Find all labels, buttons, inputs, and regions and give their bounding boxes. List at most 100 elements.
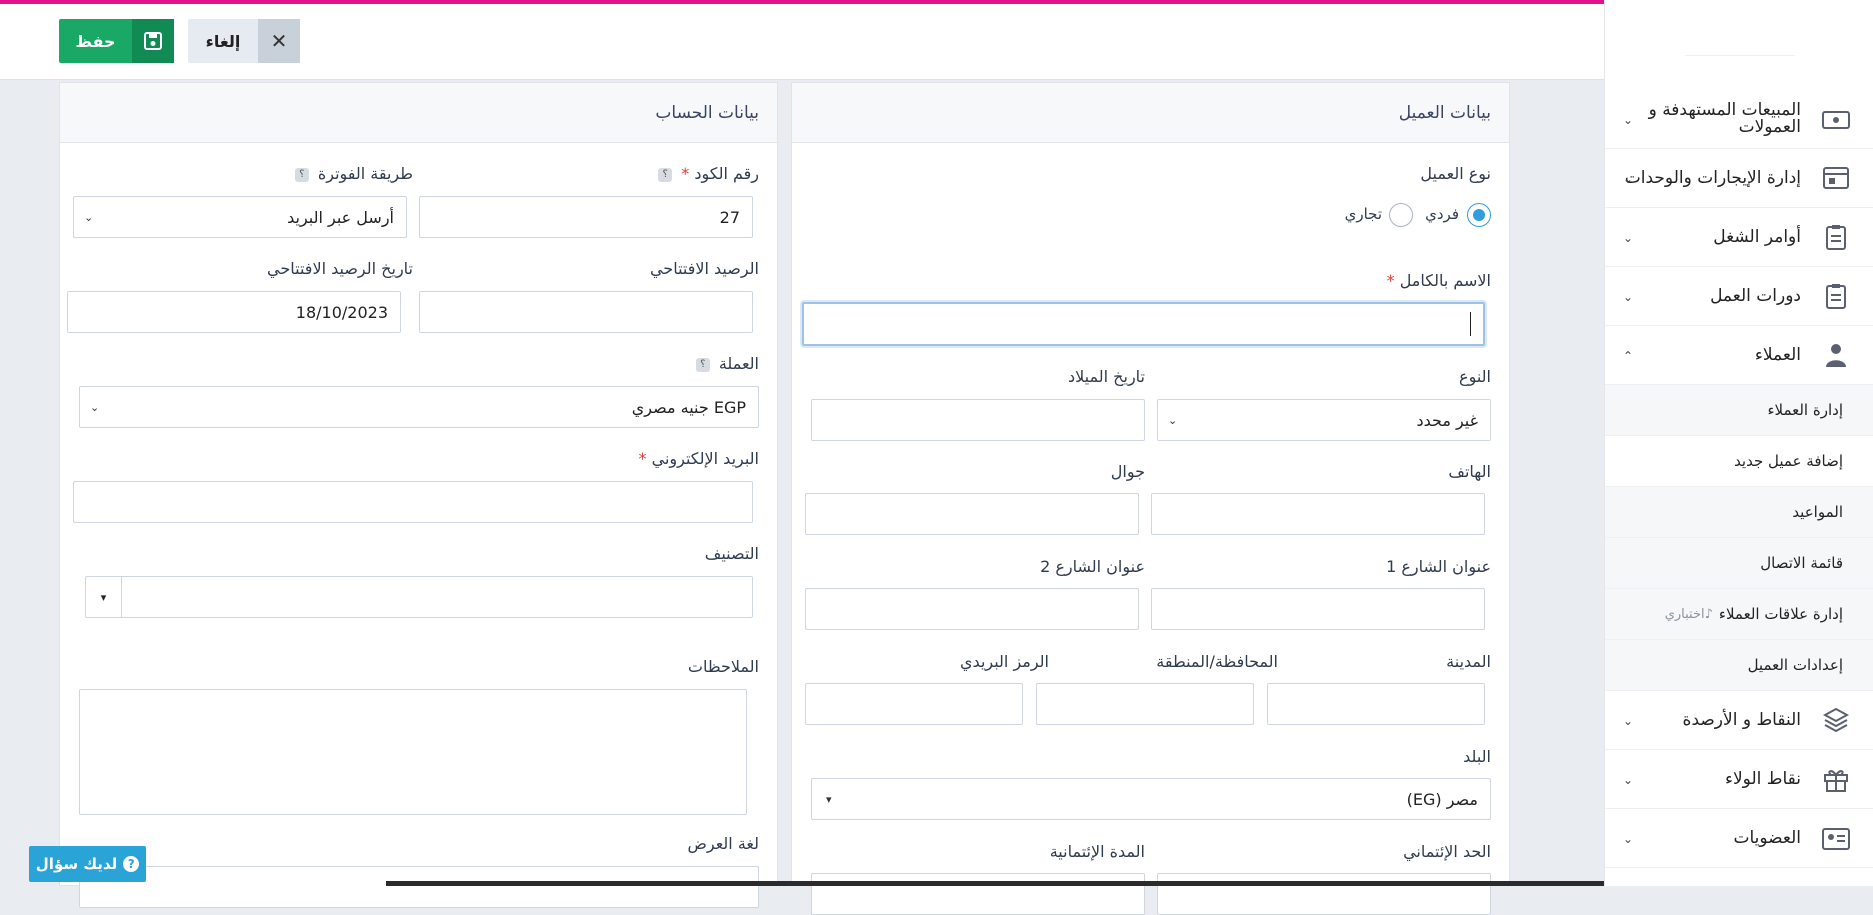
radio-individual[interactable] (1467, 203, 1491, 227)
text-cursor (1470, 312, 1471, 336)
sidebar-item-target-sales[interactable]: المبيعات المستهدفة و العمولات ⌄ (1605, 90, 1873, 149)
chevron-down-icon: ⌄ (90, 401, 100, 414)
cancel-button[interactable]: إلغاء ✕ (188, 19, 300, 63)
sidebar-nav: المبيعات المستهدفة و العمولات ⌄ إدارة ال… (1605, 90, 1873, 868)
help-question-label: لديك سؤال (35, 855, 118, 873)
currency-label: العملة ؟ (695, 354, 759, 373)
gender-select[interactable]: غير محدد ⌄ (1157, 399, 1491, 441)
help-icon[interactable]: ؟ (294, 167, 309, 182)
city-input[interactable] (1267, 683, 1485, 725)
sidebar-item-loyalty[interactable]: نقاط الولاء ⌄ (1605, 750, 1873, 809)
radio-individual-label: فردي (1425, 205, 1459, 223)
help-question-button[interactable]: ? لديك سؤال (29, 846, 146, 882)
sidebar-item-clients[interactable]: العملاء ⌃ (1605, 326, 1873, 385)
sidebar-item-label: المبيعات المستهدفة و العمولات (1648, 100, 1801, 137)
invoicing-label: طريقة الفوترة ؟ (294, 164, 413, 183)
sidebar-item-rentals[interactable]: إدارة الإيجارات والوحدات ⌄ (1605, 149, 1873, 208)
sidebar-item-memberships[interactable]: العضويات ⌄ (1605, 809, 1873, 868)
sidebar-subitem-crm[interactable]: إدارة علاقات العملاء ♪اختباري (1605, 589, 1873, 640)
sidebar-subitem-add-client[interactable]: إضافة عميل جديد (1605, 436, 1873, 487)
sidebar-subitem-manage-clients[interactable]: إدارة العملاء (1605, 385, 1873, 436)
help-icon[interactable]: ؟ (658, 167, 673, 182)
radio-commercial-label: تجاري (1344, 205, 1382, 223)
region-label: المحافظة/المنطقة (1156, 652, 1278, 671)
phone-input[interactable] (1151, 493, 1485, 535)
opening-date-label: تاريخ الرصيد الافتتاحي (267, 259, 413, 278)
gift-icon (1821, 764, 1851, 794)
chevron-down-icon: ⌄ (1623, 290, 1634, 304)
language-label: لغة العرض (687, 834, 759, 853)
chevron-down-icon: ⌄ (84, 211, 94, 224)
country-value: مصر (EG) (1406, 789, 1478, 809)
currency-value: EGP جنيه مصري (631, 397, 746, 417)
clipboard-icon (1821, 281, 1851, 311)
mobile-label: جوال (1110, 462, 1145, 481)
mobile-input[interactable] (805, 493, 1139, 535)
required-mark: * (638, 449, 647, 468)
sidebar-item-label: النقاط و الأرصدة (1682, 709, 1801, 730)
sidebar-subitem-contact-list[interactable]: قائمة الاتصال (1605, 538, 1873, 589)
email-label-text: البريد الإلكتروني (651, 449, 759, 468)
opening-date-input[interactable]: 18/10/2023 (67, 291, 401, 333)
category-dropdown-toggle[interactable]: ▾ (86, 577, 122, 617)
language-select[interactable] (79, 866, 759, 908)
code-label-text: رقم الكود (694, 164, 759, 183)
sidebar-subitem-label: إدارة علاقات العملاء (1718, 605, 1843, 623)
credit-limit-label: الحد الإئتماني (1403, 842, 1491, 861)
birthdate-input[interactable] (811, 399, 1145, 441)
sidebar-item-workflows[interactable]: دورات العمل ⌄ (1605, 267, 1873, 326)
credit-period-input[interactable] (811, 873, 1145, 915)
country-select[interactable]: مصر (EG) ▾ (811, 778, 1491, 820)
sidebar-item-points[interactable]: النقاط و الأرصدة ⌄ (1605, 691, 1873, 750)
clipboard-icon (1821, 222, 1851, 252)
question-icon: ? (123, 856, 140, 872)
chevron-down-icon: ⌄ (1623, 773, 1634, 787)
id-card-icon (1821, 823, 1851, 853)
category-select[interactable]: ▾ (85, 576, 753, 618)
sidebar-subitem-client-settings[interactable]: إعدادات العميل (1605, 640, 1873, 691)
sidebar-item-label: العملاء (1754, 344, 1801, 365)
region-input[interactable] (1036, 683, 1254, 725)
opening-balance-input[interactable] (419, 291, 753, 333)
full-name-label: الاسم بالكامل * (1387, 271, 1491, 290)
invoicing-select[interactable]: أرسل عبر البريد ⌄ (73, 196, 407, 238)
help-icon[interactable]: ؟ (695, 357, 710, 372)
country-label: البلد (1463, 747, 1491, 766)
save-button[interactable]: حفظ (59, 19, 174, 63)
street1-input[interactable] (1151, 588, 1485, 630)
chevron-down-icon: ⌄ (1623, 714, 1634, 728)
full-name-input[interactable] (802, 302, 1485, 346)
save-label: حفظ (75, 31, 116, 51)
money-icon (1821, 104, 1851, 134)
invoicing-label-text: طريقة الفوترة (317, 164, 413, 183)
gender-label: النوع (1459, 367, 1491, 386)
opening-date-value: 18/10/2023 (295, 302, 388, 322)
radio-commercial[interactable] (1389, 203, 1413, 227)
sidebar-subitem-appointments[interactable]: المواعيد (1605, 487, 1873, 538)
invoicing-value: أرسل عبر البريد (287, 207, 394, 227)
email-input[interactable] (73, 481, 753, 523)
customer-type-label: نوع العميل (1420, 164, 1491, 183)
birthdate-label: تاريخ الميلاد (1068, 367, 1145, 386)
sidebar-item-label: أوامر الشغل (1713, 226, 1801, 247)
notes-textarea[interactable] (79, 689, 747, 815)
sidebar-item-work-orders[interactable]: أوامر الشغل ⌄ (1605, 208, 1873, 267)
sidebar-item-label: العضويات (1733, 827, 1801, 848)
code-label: رقم الكود * ؟ (658, 164, 759, 183)
currency-select[interactable]: EGP جنيه مصري ⌄ (79, 386, 759, 428)
caret-down-icon: ▾ (826, 793, 832, 806)
chevron-down-icon: ⌄ (1623, 113, 1634, 127)
sidebar: المبيعات المستهدفة و العمولات ⌄ إدارة ال… (1604, 0, 1873, 886)
city-label: المدينة (1446, 652, 1491, 671)
user-icon (1821, 340, 1851, 370)
street2-input[interactable] (805, 588, 1139, 630)
chevron-up-icon: ⌃ (1623, 349, 1634, 363)
street2-label: عنوان الشارع 2 (1040, 557, 1145, 576)
postal-input[interactable] (805, 683, 1023, 725)
chevron-down-icon: ⌄ (1623, 832, 1634, 846)
street1-label: عنوان الشارع 1 (1386, 557, 1491, 576)
logo-area (1685, 55, 1795, 56)
credit-limit-input[interactable] (1157, 873, 1491, 915)
code-input[interactable]: 27 (419, 196, 753, 238)
category-label: التصنيف (704, 544, 759, 563)
